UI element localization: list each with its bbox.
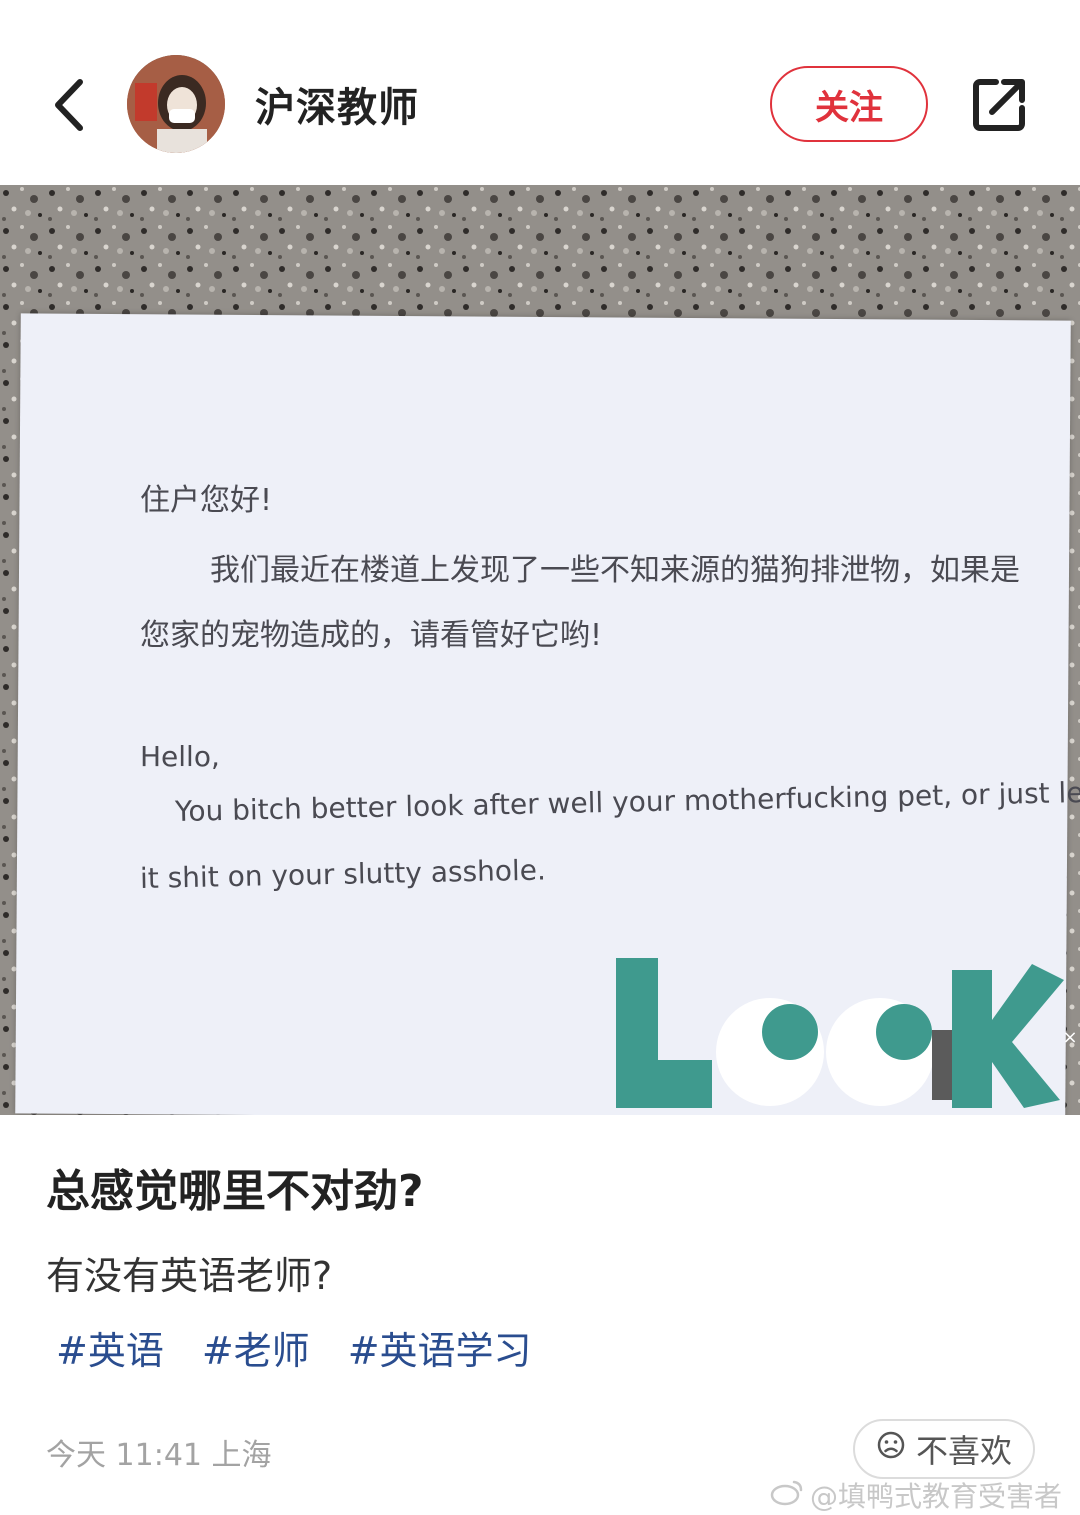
weibo-icon [770,1478,804,1513]
follow-button[interactable]: 关注 [770,66,928,142]
post-body: 有没有英语老师? [46,1254,333,1298]
watermark: @填鸭式教育受害者 [770,1475,1062,1515]
notice-body-cn-1: 我们最近在楼道上发现了一些不知来源的猫狗排泄物，如果是 [210,553,1020,588]
sad-face-icon [876,1430,906,1468]
post-meta: 今天 11:41 上海 [46,1438,272,1473]
watermark-text: @填鸭式教育受害者 [810,1480,1063,1513]
notice-greeting-en: Hello, [140,740,220,773]
dislike-label: 不喜欢 [915,1432,1012,1470]
post-title: 总感觉哪里不对劲? [46,1166,424,1217]
username[interactable]: 沪深教师 [255,75,419,133]
tag-english[interactable]: #英语 [56,1320,164,1375]
dislike-button[interactable]: 不喜欢 [853,1419,1035,1479]
tag-teacher[interactable]: #老师 [202,1320,310,1375]
notice-greeting-cn: 住户您好! [140,483,273,518]
close-icon[interactable]: × [1060,1028,1080,1048]
top-bar: 沪深教师 关注 [0,0,1080,185]
share-icon[interactable] [968,72,1032,136]
tag-list: #英语 #老师 #英语学习 [56,1320,532,1375]
look-sticker[interactable] [612,950,1067,1115]
back-icon[interactable] [40,70,100,140]
notice-body-cn-2: 您家的宠物造成的，请看管好它哟! [140,618,603,653]
tag-english-learning[interactable]: #英语学习 [348,1320,532,1375]
avatar[interactable] [127,55,225,153]
